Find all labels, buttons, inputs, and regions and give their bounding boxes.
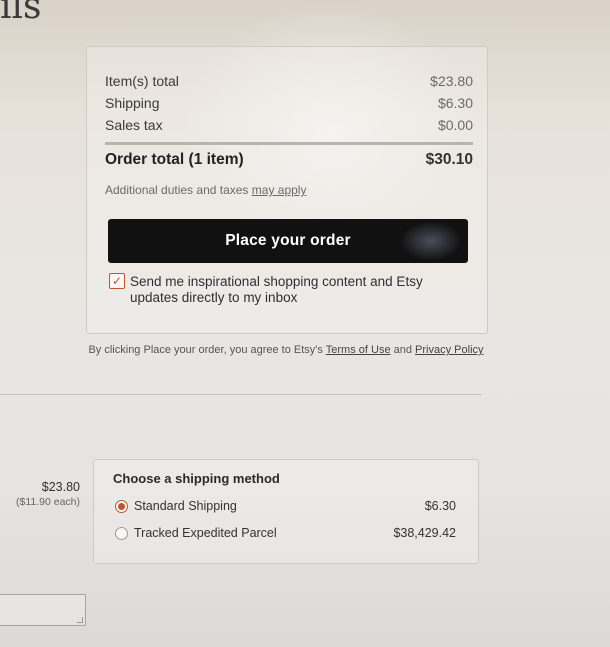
duties-text: Additional duties and taxes bbox=[105, 183, 249, 197]
order-total-row: Order total (1 item) $30.10 bbox=[105, 151, 473, 169]
button-glare bbox=[400, 221, 462, 261]
shipping-method-title: Choose a shipping method bbox=[113, 471, 280, 486]
standard-shipping-label: Standard Shipping bbox=[134, 499, 237, 513]
duties-note: Additional duties and taxes may apply bbox=[105, 183, 306, 197]
place-order-label: Place your order bbox=[225, 232, 351, 249]
item-price: $23.80 ($11.90 each) bbox=[0, 480, 80, 508]
shipping-method-card: Choose a shipping method Standard Shippi… bbox=[93, 459, 479, 564]
terms-of-use-link[interactable]: Terms of Use bbox=[326, 344, 391, 356]
optin-checkbox[interactable]: ✓ bbox=[109, 273, 125, 289]
place-order-button[interactable]: Place your order bbox=[108, 219, 468, 263]
expedited-shipping-radio[interactable] bbox=[115, 527, 128, 540]
items-total-value: $23.80 bbox=[430, 73, 473, 89]
shipping-option-expedited[interactable]: Tracked Expedited Parcel $38,429.42 bbox=[115, 526, 456, 544]
order-total-value: $30.10 bbox=[425, 151, 473, 168]
shipping-row: Shipping $6.30 bbox=[105, 95, 473, 111]
expedited-shipping-price: $38,429.42 bbox=[393, 526, 456, 540]
shipping-value: $6.30 bbox=[437, 95, 473, 111]
standard-shipping-price: $6.30 bbox=[424, 499, 456, 513]
order-total-label: Order total (1 item) bbox=[105, 151, 244, 168]
terms-and: and bbox=[393, 344, 412, 356]
order-summary-card: Item(s) total $23.80 Shipping $6.30 Sale… bbox=[86, 46, 488, 334]
optin-label: Send me inspirational shopping content a… bbox=[130, 274, 423, 305]
resize-grip-icon[interactable] bbox=[77, 617, 83, 623]
page-heading-fragment: ils bbox=[0, 0, 42, 27]
item-price-each: ($11.90 each) bbox=[15, 496, 80, 508]
items-total-label: Item(s) total bbox=[105, 73, 179, 89]
shipping-option-standard[interactable]: Standard Shipping $6.30 bbox=[115, 499, 456, 517]
item-price-amount: $23.80 bbox=[41, 480, 80, 494]
expedited-shipping-label: Tracked Expedited Parcel bbox=[134, 526, 277, 540]
sales-tax-label: Sales tax bbox=[105, 117, 163, 133]
may-apply-link[interactable]: may apply bbox=[252, 183, 307, 197]
standard-shipping-radio[interactable] bbox=[115, 500, 128, 513]
shipping-label: Shipping bbox=[105, 95, 160, 111]
privacy-policy-link[interactable]: Privacy Policy bbox=[415, 344, 483, 356]
note-textarea[interactable] bbox=[0, 594, 86, 626]
terms-prefix: By clicking Place your order, you agree … bbox=[88, 344, 323, 356]
section-divider bbox=[0, 394, 482, 395]
summary-divider bbox=[105, 142, 473, 145]
sales-tax-row: Sales tax $0.00 bbox=[105, 117, 473, 133]
terms-notice: By clicking Place your order, you agree … bbox=[86, 343, 486, 357]
sales-tax-value: $0.00 bbox=[437, 117, 473, 133]
items-total-row: Item(s) total $23.80 bbox=[105, 73, 473, 89]
